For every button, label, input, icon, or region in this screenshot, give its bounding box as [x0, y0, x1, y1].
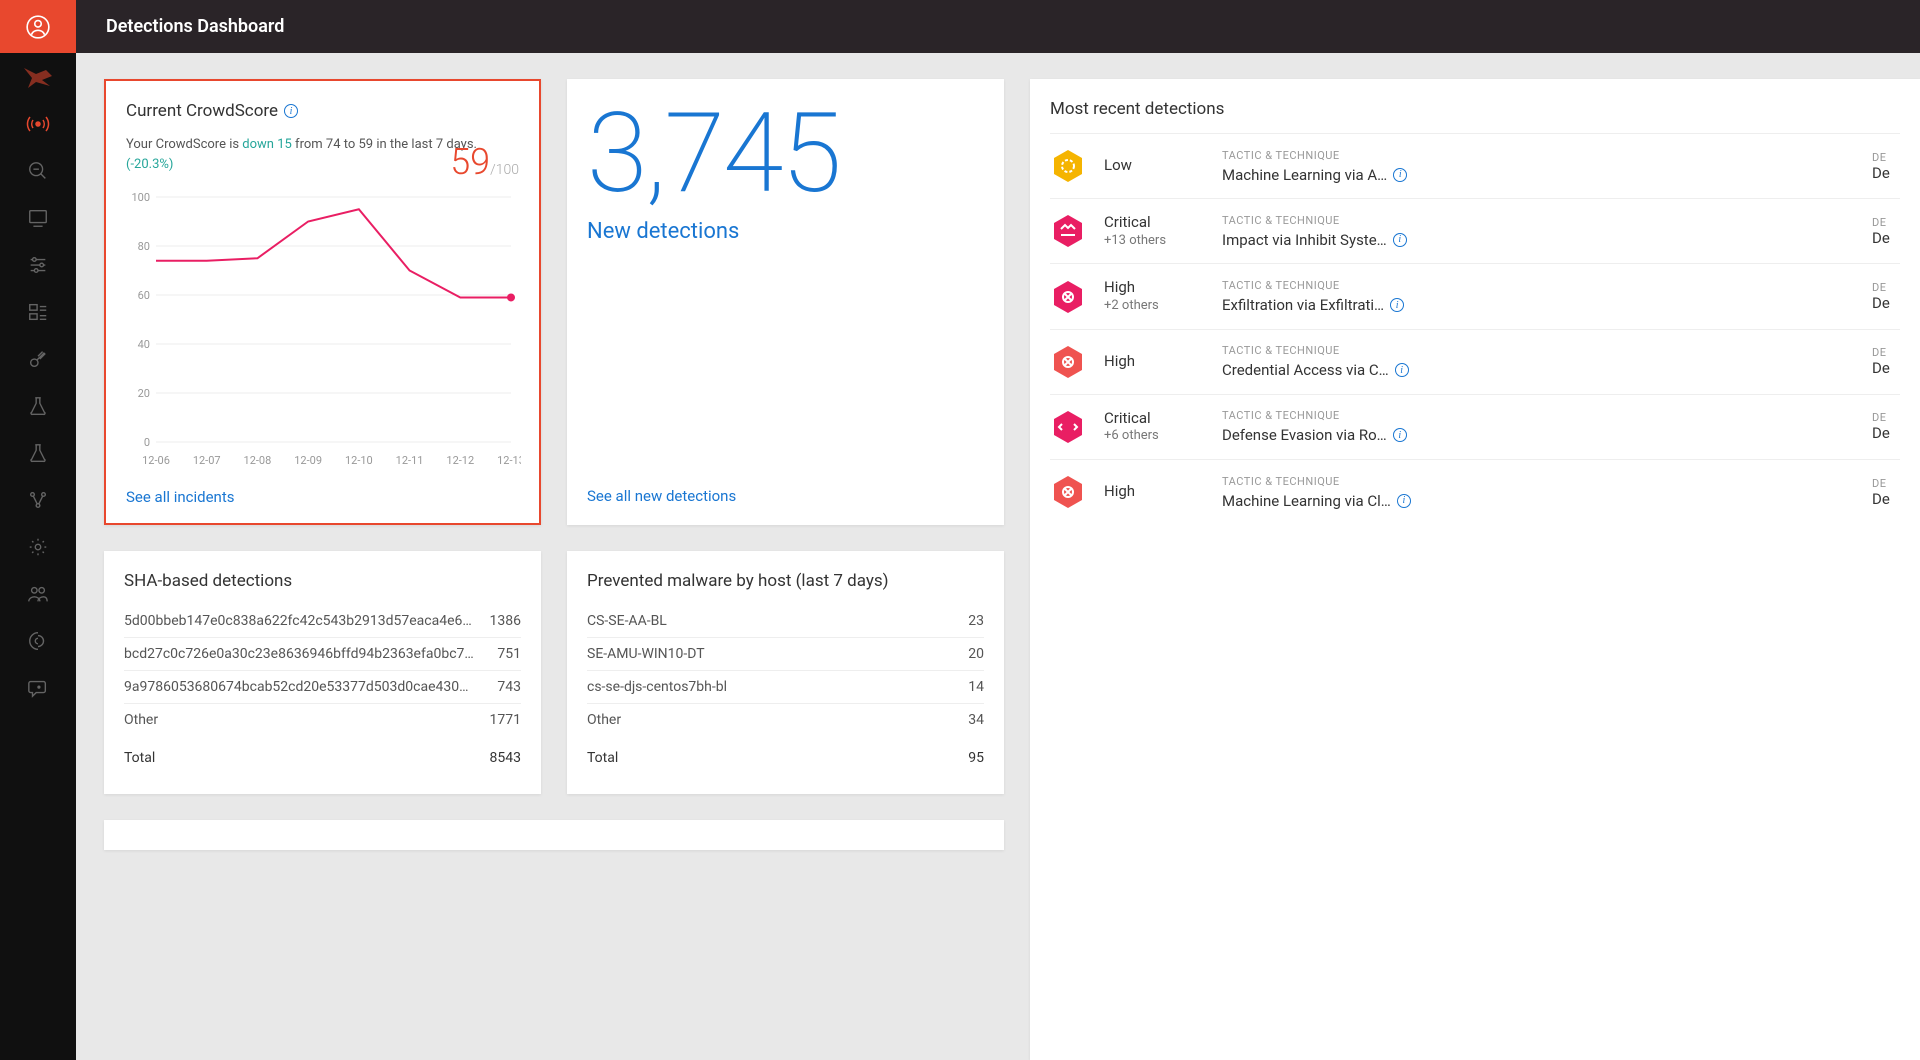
- tactic-column: TACTIC & TECHNIQUE Credential Access via…: [1222, 344, 1854, 379]
- search-icon[interactable]: [0, 147, 76, 194]
- de-column: DE De: [1872, 216, 1900, 247]
- flask2-icon[interactable]: [0, 429, 76, 476]
- severity-label: Low: [1104, 156, 1204, 176]
- sha-row[interactable]: 5d00bbeb147e0c838a622fc42c543b2913d57eac…: [124, 605, 521, 638]
- activity-icon[interactable]: [0, 100, 76, 147]
- severity-label: High: [1104, 482, 1204, 502]
- detection-row[interactable]: Critical+13 others TACTIC & TECHNIQUE Im…: [1050, 198, 1900, 263]
- swirl-icon[interactable]: [0, 617, 76, 664]
- detection-row[interactable]: High+2 others TACTIC & TECHNIQUE Exfiltr…: [1050, 263, 1900, 328]
- info-icon[interactable]: i: [1393, 233, 1407, 247]
- chat-icon[interactable]: [0, 664, 76, 711]
- falcon-icon[interactable]: [0, 53, 76, 100]
- see-all-incidents-link[interactable]: See all incidents: [126, 488, 235, 506]
- svg-text:12-11: 12-11: [396, 454, 424, 467]
- severity-icon: [1050, 148, 1086, 184]
- tactic-column: TACTIC & TECHNIQUE Machine Learning via …: [1222, 149, 1854, 184]
- info-icon[interactable]: i: [1393, 428, 1407, 442]
- sliders-icon[interactable]: [0, 241, 76, 288]
- page-title: Detections Dashboard: [106, 16, 284, 37]
- malware-row[interactable]: Other34: [587, 704, 984, 736]
- svg-text:12-10: 12-10: [345, 454, 373, 467]
- crowdscore-title-text: Current CrowdScore: [126, 101, 278, 121]
- crowdscore-card: Current CrowdScore i Your CrowdScore is …: [104, 79, 541, 525]
- layout-icon[interactable]: [0, 288, 76, 335]
- svg-text:60: 60: [138, 289, 150, 302]
- malware-by-host-card: Prevented malware by host (last 7 days) …: [567, 551, 1004, 794]
- detection-row[interactable]: Low TACTIC & TECHNIQUE Machine Learning …: [1050, 133, 1900, 198]
- detection-row[interactable]: Critical+6 others TACTIC & TECHNIQUE Def…: [1050, 394, 1900, 459]
- sha-row[interactable]: Other1771: [124, 704, 521, 736]
- info-icon[interactable]: i: [284, 104, 298, 118]
- content: Current CrowdScore i Your CrowdScore is …: [76, 53, 1920, 1060]
- new-detections-card: 3,745 New detections See all new detecti…: [567, 79, 1004, 525]
- info-icon[interactable]: i: [1393, 168, 1407, 182]
- severity-icon: [1050, 279, 1086, 315]
- sha-detections-card: SHA-based detections 5d00bbeb147e0c838a6…: [104, 551, 541, 794]
- new-detections-label: New detections: [587, 219, 984, 244]
- header: Detections Dashboard: [76, 0, 1920, 53]
- sun-icon[interactable]: [0, 523, 76, 570]
- svg-text:80: 80: [138, 240, 150, 253]
- malware-row[interactable]: cs-se-djs-centos7bh-bl14: [587, 671, 984, 704]
- info-icon[interactable]: i: [1397, 494, 1411, 508]
- sidebar: [0, 0, 76, 1060]
- svg-text:100: 100: [131, 192, 150, 204]
- users-icon[interactable]: [0, 570, 76, 617]
- crowdscore-title: Current CrowdScore i: [126, 101, 519, 121]
- sha-title: SHA-based detections: [124, 571, 521, 591]
- monitor-icon[interactable]: [0, 194, 76, 241]
- malware-total-row: Total 95: [587, 736, 984, 774]
- de-column: DE De: [1872, 411, 1900, 442]
- recent-detections-card: Most recent detections Low TACTIC & TECH…: [1030, 79, 1920, 1060]
- malware-row[interactable]: CS-SE-AA-BL23: [587, 605, 984, 638]
- svg-text:12-06: 12-06: [142, 454, 170, 467]
- recent-title: Most recent detections: [1050, 99, 1900, 119]
- de-column: DE De: [1872, 346, 1900, 377]
- detection-row[interactable]: High TACTIC & TECHNIQUE Machine Learning…: [1050, 459, 1900, 524]
- svg-text:20: 20: [138, 387, 150, 400]
- sidebar-user-button[interactable]: [0, 0, 76, 53]
- svg-text:40: 40: [138, 338, 150, 351]
- flask-icon[interactable]: [0, 382, 76, 429]
- info-icon[interactable]: i: [1390, 298, 1404, 312]
- tactic-column: TACTIC & TECHNIQUE Machine Learning via …: [1222, 475, 1854, 510]
- severity-label: High: [1104, 352, 1204, 372]
- tactic-column: TACTIC & TECHNIQUE Exfiltration via Exfi…: [1222, 279, 1854, 314]
- de-column: DE De: [1872, 281, 1900, 312]
- crowdscore-value: 59/100: [450, 141, 519, 183]
- malware-row[interactable]: SE-AMU-WIN10-DT20: [587, 638, 984, 671]
- tactic-column: TACTIC & TECHNIQUE Defense Evasion via R…: [1222, 409, 1854, 444]
- severity-icon: [1050, 213, 1086, 249]
- svg-text:12-13: 12-13: [497, 454, 521, 467]
- malware-title: Prevented malware by host (last 7 days): [587, 571, 984, 591]
- tactic-column: TACTIC & TECHNIQUE Impact via Inhibit Sy…: [1222, 214, 1854, 249]
- severity-label: High+2 others: [1104, 278, 1204, 314]
- severity-icon: [1050, 474, 1086, 510]
- svg-text:0: 0: [144, 436, 150, 449]
- svg-text:12-12: 12-12: [446, 454, 474, 467]
- main: Detections Dashboard Current CrowdScore …: [76, 0, 1920, 1060]
- svg-text:12-07: 12-07: [193, 454, 221, 467]
- crowdscore-chart: 0 20 40 60 80 100 12-06 12-07 12-08 12-09 12-10 12-…: [126, 192, 519, 472]
- sha-row[interactable]: bcd27c0c726e0a30c23e8636946bffd94b2363ef…: [124, 638, 521, 671]
- detection-row[interactable]: High TACTIC & TECHNIQUE Credential Acces…: [1050, 329, 1900, 394]
- severity-label: Critical+13 others: [1104, 213, 1204, 249]
- svg-text:12-08: 12-08: [244, 454, 272, 467]
- svg-text:12-09: 12-09: [294, 454, 322, 467]
- severity-icon: [1050, 344, 1086, 380]
- network-icon[interactable]: [0, 476, 76, 523]
- de-column: DE De: [1872, 477, 1900, 508]
- meteor-icon[interactable]: [0, 335, 76, 382]
- sha-total-row: Total 8543: [124, 736, 521, 774]
- new-detections-count: 3,745: [587, 99, 984, 209]
- sha-row[interactable]: 9a9786053680674bcab52cd20e53377d503d0cae…: [124, 671, 521, 704]
- info-icon[interactable]: i: [1395, 363, 1409, 377]
- severity-label: Critical+6 others: [1104, 409, 1204, 445]
- bottom-card: [104, 820, 1004, 850]
- see-all-new-detections-link[interactable]: See all new detections: [587, 487, 984, 505]
- severity-icon: [1050, 409, 1086, 445]
- de-column: DE De: [1872, 151, 1900, 182]
